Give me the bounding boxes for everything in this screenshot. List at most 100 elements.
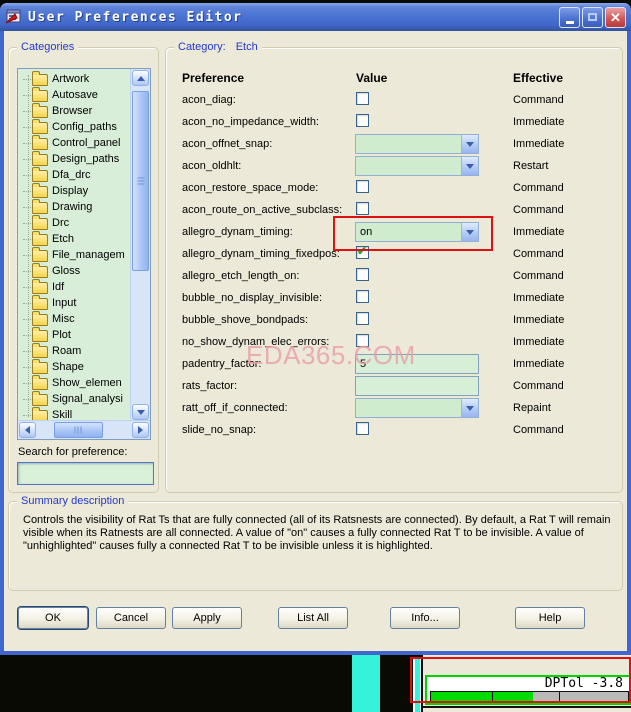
tree-item-gloss[interactable]: Gloss — [18, 263, 131, 279]
tree-item-shape[interactable]: Shape — [18, 359, 131, 375]
scroll-left-button[interactable] — [19, 422, 36, 438]
tree-item-file_managem[interactable]: File_managem — [18, 247, 131, 263]
text-input[interactable] — [355, 376, 479, 396]
checkbox[interactable]: ✔ — [356, 244, 369, 259]
apply-button[interactable]: Apply — [172, 607, 242, 629]
tree-item-design_paths[interactable]: Design_paths — [18, 151, 131, 167]
combo-box[interactable]: on — [355, 222, 479, 242]
combo-value — [356, 135, 461, 153]
categories-group-label: Categories — [17, 41, 79, 53]
tree-item-signal_analysi[interactable]: Signal_analysi — [18, 391, 131, 407]
ok-button[interactable]: OK — [18, 607, 88, 629]
pref-label: acon_diag: — [182, 94, 236, 106]
checkbox[interactable] — [356, 312, 369, 325]
folder-icon — [32, 343, 48, 358]
chevron-down-icon — [466, 141, 474, 151]
folder-icon — [32, 359, 48, 374]
tree-item-plot[interactable]: Plot — [18, 327, 131, 343]
combo-value — [356, 157, 461, 175]
pref-row: acon_diag: Command — [166, 90, 622, 112]
checkbox[interactable] — [356, 180, 369, 193]
scroll-down-button[interactable] — [132, 404, 149, 420]
tree-item-skill[interactable]: Skill — [18, 407, 131, 421]
pref-label: allegro_dynam_timing_fixedpos: — [182, 248, 340, 260]
combo-dropdown-button[interactable] — [461, 399, 478, 417]
tree-item-browser[interactable]: Browser — [18, 103, 131, 119]
tree-item-dfa_drc[interactable]: Dfa_drc — [18, 167, 131, 183]
summary-text: Controls the visibility of Rat Ts that a… — [23, 514, 611, 552]
titlebar[interactable]: User Preferences Editor ✕ — [0, 3, 631, 31]
minimize-button[interactable] — [559, 6, 580, 28]
tree-item-show_elemen[interactable]: Show_elemen — [18, 375, 131, 391]
minimize-icon — [565, 20, 574, 24]
tree-vertical-scrollbar[interactable] — [130, 69, 150, 421]
combo-box[interactable] — [355, 156, 479, 176]
chevron-down-icon — [466, 229, 474, 239]
combo-box[interactable] — [355, 134, 479, 154]
tree-item-idf[interactable]: Idf — [18, 279, 131, 295]
list-all-button[interactable]: List All — [278, 607, 348, 629]
tree-horizontal-scrollbar[interactable] — [18, 420, 150, 439]
tree-item-misc[interactable]: Misc — [18, 311, 131, 327]
tree-item-input[interactable]: Input — [18, 295, 131, 311]
checkbox[interactable] — [356, 422, 369, 435]
help-button[interactable]: Help — [515, 607, 585, 629]
combo-dropdown-button[interactable] — [461, 135, 478, 153]
tree-item-artwork[interactable]: Artwork — [18, 71, 131, 87]
horizontal-scroll-thumb[interactable] — [54, 422, 103, 438]
maximize-button[interactable] — [582, 6, 603, 28]
tree-connector — [23, 302, 31, 304]
search-input[interactable] — [17, 462, 154, 485]
fragment-bottom-edge — [421, 706, 631, 708]
combo-dropdown-button[interactable] — [461, 223, 478, 241]
effective-value: Immediate — [513, 314, 565, 326]
pref-row: bubble_shove_bondpads: Immediate — [166, 310, 622, 332]
maximize-icon — [588, 13, 597, 21]
folder-icon — [32, 103, 48, 118]
window-title: User Preferences Editor — [28, 9, 243, 25]
combo-dropdown-button[interactable] — [461, 157, 478, 175]
folder-icon — [32, 119, 48, 134]
folder-icon — [32, 87, 48, 102]
checkbox[interactable] — [356, 202, 369, 215]
scroll-up-icon — [136, 72, 145, 81]
pref-label: bubble_shove_bondpads: — [182, 314, 309, 326]
tree-item-drawing[interactable]: Drawing — [18, 199, 131, 215]
folder-icon — [32, 151, 48, 166]
tree-item-drc[interactable]: Drc — [18, 215, 131, 231]
pref-row: rats_factor: Command — [166, 376, 622, 398]
pref-row: bubble_no_display_invisible: Immediate — [166, 288, 622, 310]
checkbox[interactable] — [356, 92, 369, 105]
checkbox[interactable] — [356, 334, 369, 347]
tree-item-autosave[interactable]: Autosave — [18, 87, 131, 103]
tree-item-etch[interactable]: Etch — [18, 231, 131, 247]
scroll-right-button[interactable] — [132, 422, 149, 438]
pref-label: padentry_factor: — [182, 358, 262, 370]
column-header-value: Value — [356, 71, 388, 85]
tree-connector — [23, 206, 31, 208]
checkbox[interactable] — [356, 290, 369, 303]
vertical-scroll-thumb[interactable] — [132, 91, 149, 271]
pref-label: ratt_off_if_connected: — [182, 402, 288, 414]
categories-tree[interactable]: Artwork Autosave Browser Config_paths Contro… — [17, 68, 151, 440]
summary-group-label: Summary description — [17, 495, 129, 507]
close-button[interactable]: ✕ — [605, 6, 626, 28]
checkbox[interactable] — [356, 114, 369, 127]
combo-box[interactable] — [355, 398, 479, 418]
pref-row: allegro_dynam_timing_fixedpos: ✔ Command — [166, 244, 622, 266]
pref-row: slide_no_snap: Command — [166, 420, 622, 442]
tree-item-display[interactable]: Display — [18, 183, 131, 199]
cancel-button[interactable]: Cancel — [96, 607, 166, 629]
text-input[interactable]: 5 — [355, 354, 479, 374]
info-button[interactable]: Info... — [390, 607, 460, 629]
tree-item-control_panel[interactable]: Control_panel — [18, 135, 131, 151]
effective-value: Immediate — [513, 292, 565, 304]
tree-connector — [23, 254, 31, 256]
pref-row: acon_restore_space_mode: Command — [166, 178, 622, 200]
tree-item-config_paths[interactable]: Config_paths — [18, 119, 131, 135]
effective-value: Command — [513, 182, 564, 194]
scroll-up-button[interactable] — [132, 70, 149, 86]
checkbox[interactable] — [356, 268, 369, 281]
tree-item-label: File_managem — [52, 249, 125, 261]
tree-item-roam[interactable]: Roam — [18, 343, 131, 359]
